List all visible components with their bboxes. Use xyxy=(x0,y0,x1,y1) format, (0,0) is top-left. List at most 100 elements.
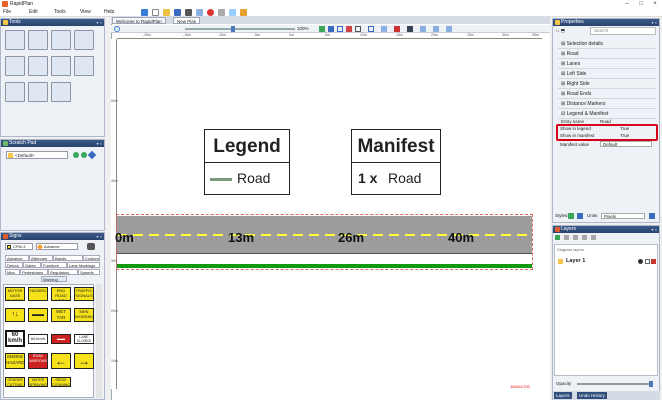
opacity-slider[interactable] xyxy=(577,383,651,385)
grid-icon[interactable] xyxy=(328,26,334,32)
menu-file[interactable]: File xyxy=(3,9,11,16)
cross-icon[interactable] xyxy=(394,26,400,32)
new-icon[interactable] xyxy=(152,9,159,16)
tab-bands-markers[interactable]: Bands Markers xyxy=(53,255,83,267)
sign-arrow-right[interactable]: → xyxy=(74,353,94,369)
add-icon[interactable] xyxy=(73,152,79,158)
section-left-side[interactable]: ⊞ Left Side xyxy=(558,70,656,79)
close-icon[interactable]: × xyxy=(648,0,662,8)
panel-controls-icon[interactable]: ▾ × xyxy=(92,20,102,25)
menu-edit[interactable]: Edit xyxy=(29,9,38,16)
shape-icon[interactable] xyxy=(337,26,343,32)
options-icon[interactable] xyxy=(87,150,97,160)
section-right-side[interactable]: ⊞ Right Side xyxy=(558,80,656,89)
tab-regulatory[interactable]: Regulatory xyxy=(48,269,78,275)
tool-road-straight[interactable] xyxy=(5,30,25,50)
legend-box[interactable]: Legend Road xyxy=(204,129,290,195)
sign-lane-closed[interactable]: LANE CLOSED xyxy=(74,334,94,344)
signs-scrollbar[interactable] xyxy=(96,284,102,398)
menu-tools[interactable]: Tools xyxy=(54,9,66,16)
property-show-in-legend[interactable]: Show in legend True xyxy=(558,126,656,132)
sign-motor-gate-closed[interactable]: MOTOR GATE CLOSED xyxy=(5,287,25,301)
rotate-icon[interactable] xyxy=(433,26,439,32)
sign-water-spraying[interactable]: WATER SPRAYING xyxy=(28,377,48,387)
opacity-slider-handle[interactable] xyxy=(649,381,653,387)
property-manifest-value[interactable]: Manifest value Default xyxy=(558,141,656,148)
panel-controls-icon[interactable]: ▾ × xyxy=(92,141,102,146)
tab-undo-history[interactable]: Undo History xyxy=(577,392,608,399)
sign-wet-tar[interactable]: WET TAR xyxy=(51,308,71,322)
distribute-icon[interactable] xyxy=(420,26,426,32)
sign-smoke-hazard[interactable]: SMOKE HAZARD xyxy=(5,353,25,369)
tool-sign[interactable] xyxy=(51,30,71,50)
tab-pedestrians[interactable]: Pedestrians xyxy=(20,269,48,275)
sign-truck[interactable]: ▬▬ xyxy=(28,308,48,322)
frame-icon[interactable] xyxy=(355,26,361,32)
style-icon[interactable] xyxy=(568,213,574,219)
page-icon[interactable] xyxy=(368,26,374,32)
sign-road-narrows[interactable]: ROAD NARROWS xyxy=(28,353,48,369)
tab-misc[interactable]: Misc xyxy=(5,269,20,275)
remove-layer-icon[interactable] xyxy=(564,235,569,240)
preview-icon[interactable] xyxy=(196,9,203,16)
scratch-pad-dropdown[interactable]: <Default> xyxy=(6,151,68,159)
maximize-icon[interactable]: □ xyxy=(634,0,648,8)
sort-icon[interactable]: ↑↓ ⬒ xyxy=(555,27,589,35)
category-b-dropdown[interactable]: Advance xyxy=(36,243,78,250)
tool-grid[interactable] xyxy=(28,56,48,76)
category-a-dropdown[interactable]: CPM-3 xyxy=(5,243,33,250)
sign-men-working[interactable]: MEN WORKING xyxy=(74,308,94,322)
style-edit-icon[interactable] xyxy=(577,213,583,219)
tool-measure[interactable] xyxy=(51,56,71,76)
remove-icon[interactable] xyxy=(81,152,87,158)
layer-props-icon[interactable] xyxy=(591,235,596,240)
tool-road-curve[interactable] xyxy=(5,56,25,76)
manifest-value-dropdown[interactable]: Default xyxy=(600,141,652,147)
layer-color-icon[interactable] xyxy=(651,259,656,264)
flip-icon[interactable] xyxy=(446,26,452,32)
property-show-in-manifest[interactable]: Show in manifest True xyxy=(558,133,656,139)
sign-hazard[interactable]: HAZARD xyxy=(28,287,48,301)
tab-advance[interactable]: Advance xyxy=(5,255,29,261)
sign-traffic-signals[interactable]: TRAFFIC SIGNALS xyxy=(74,287,94,301)
tab-new-plan[interactable]: New Plan xyxy=(173,17,201,24)
layer-icon[interactable] xyxy=(381,26,387,32)
tool-rectangle[interactable] xyxy=(5,82,25,102)
cut-icon[interactable] xyxy=(218,9,225,16)
copy-icon[interactable] xyxy=(229,9,236,16)
minimize-icon[interactable]: – xyxy=(620,0,634,8)
tab-welcome[interactable]: Welcome to RapidPlan xyxy=(112,17,166,24)
layer-up-icon[interactable] xyxy=(573,235,578,240)
zoom-slider-handle[interactable] xyxy=(231,26,235,32)
tab-furniture[interactable]: Furniture xyxy=(41,262,67,268)
panel-controls-icon[interactable]: ▾ × xyxy=(647,20,657,25)
tool-cone[interactable] xyxy=(74,30,94,50)
tab-speeds[interactable]: Speeds xyxy=(78,269,100,275)
units-dropdown[interactable]: Pixels xyxy=(601,213,645,219)
sign-ridge-cleaning[interactable]: RIDGE CLEANING xyxy=(51,377,71,387)
sign-red-bar[interactable]: ▬▬ xyxy=(51,334,71,344)
tab-gates[interactable]: Gates xyxy=(23,262,41,268)
marker-icon[interactable] xyxy=(346,26,352,32)
delete-icon[interactable] xyxy=(207,9,214,16)
panel-controls-icon[interactable]: ▾ × xyxy=(647,227,657,232)
units-icon[interactable] xyxy=(649,213,655,219)
tool-line[interactable] xyxy=(74,56,94,76)
sign-end-road-work[interactable]: END ROAD WORK xyxy=(51,287,71,301)
manifest-box[interactable]: Manifest 1 x Road xyxy=(351,129,441,195)
save-icon[interactable] xyxy=(174,9,181,16)
tool-text[interactable] xyxy=(28,82,48,102)
visibility-eye-icon[interactable] xyxy=(638,259,643,264)
section-legend-manifest[interactable]: ⊟ Legend & Manifest xyxy=(558,110,656,119)
layer-1-row[interactable]: Layer 1 xyxy=(556,257,656,266)
menu-view[interactable]: View xyxy=(80,9,91,16)
zoom-slider[interactable] xyxy=(185,28,295,30)
section-selection-details[interactable]: ⊞ Selection details xyxy=(558,40,656,49)
print-icon[interactable] xyxy=(185,9,192,16)
layer-down-icon[interactable] xyxy=(582,235,587,240)
menu-help[interactable]: Help xyxy=(104,9,114,16)
section-lanes[interactable]: ⊞ Lanes xyxy=(558,60,656,69)
tab-aftercare[interactable]: Aftercare xyxy=(29,255,53,261)
plan-canvas[interactable] xyxy=(111,24,550,400)
sign-speed-60-small[interactable]: 60 km/h xyxy=(28,334,48,344)
